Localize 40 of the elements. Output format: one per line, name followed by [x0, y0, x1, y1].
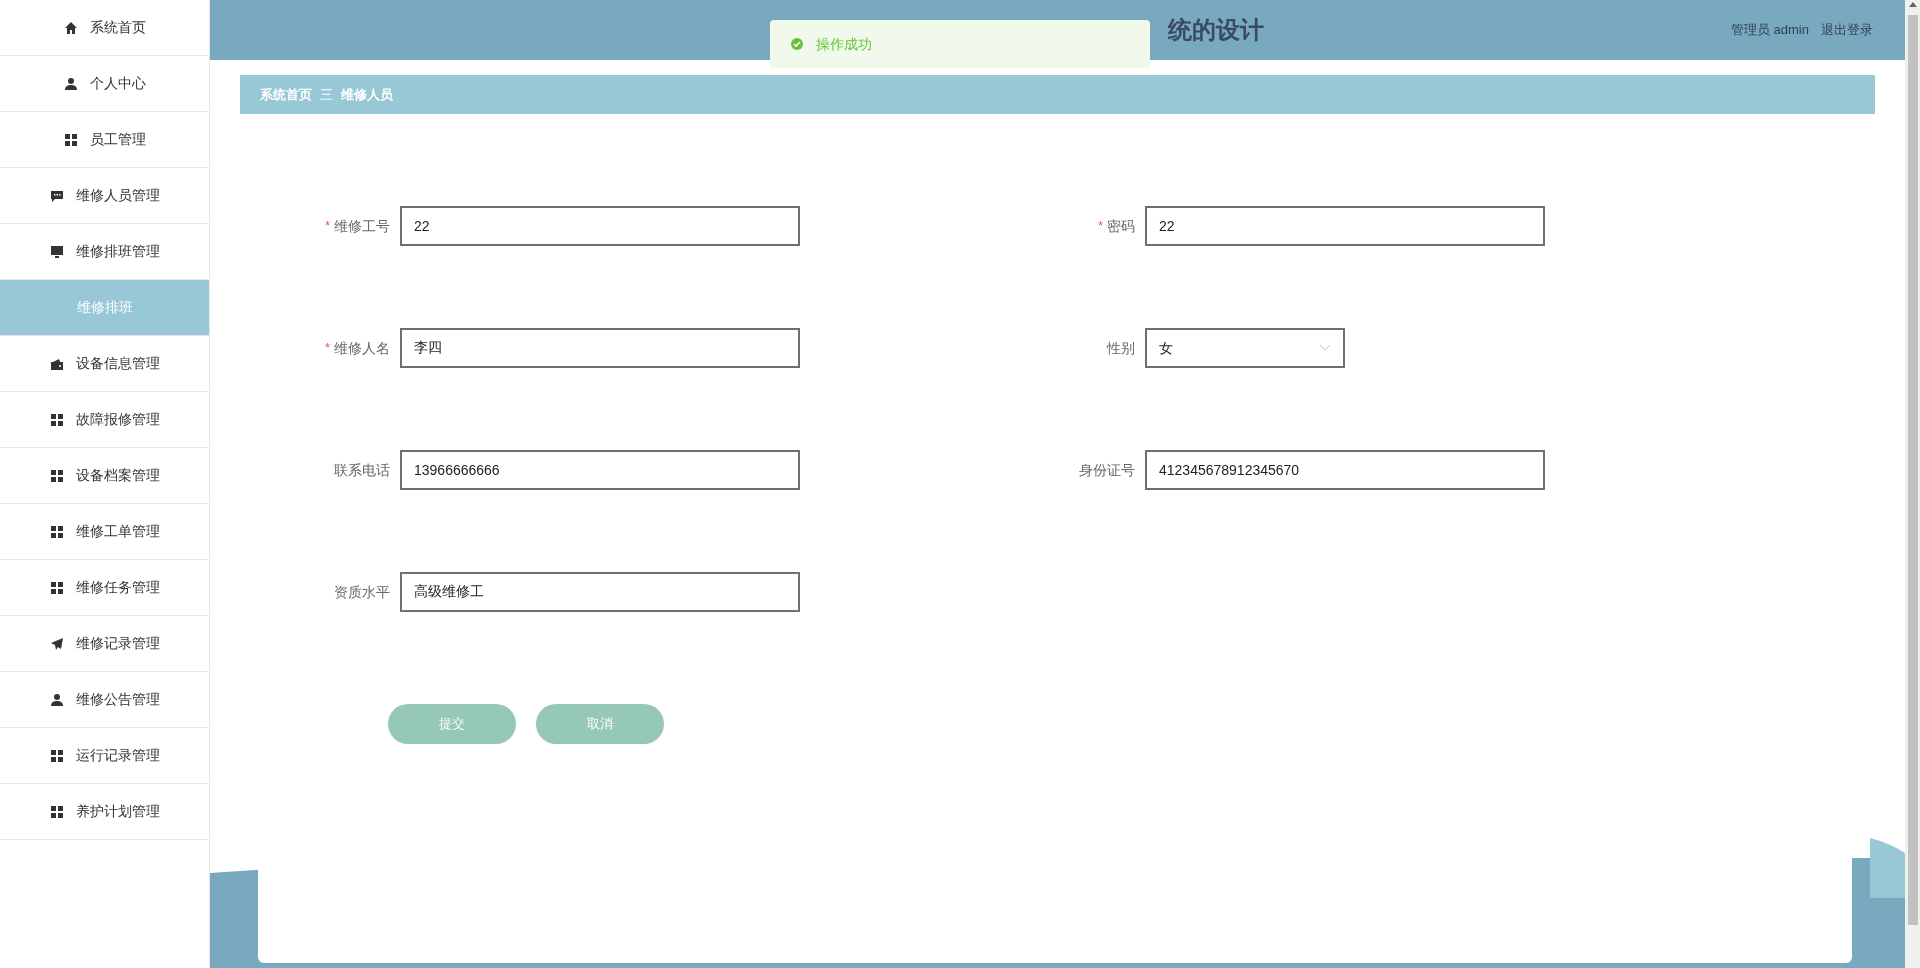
- required-mark: *: [1097, 217, 1103, 236]
- grid-icon: [49, 580, 64, 595]
- input-field[interactable]: 李四: [400, 328, 800, 368]
- field-label: 性别: [1107, 338, 1135, 358]
- required-mark: *: [324, 217, 330, 236]
- chat-icon: [49, 188, 64, 203]
- user-label: 管理员 admin: [1730, 21, 1809, 40]
- scroll-up-icon[interactable]: [1908, 2, 1917, 7]
- grid-icon: [49, 524, 64, 539]
- field-label: 资质水平: [334, 582, 390, 602]
- scrollbar-thumb[interactable]: [1907, 15, 1918, 925]
- page-title: 统的设计: [1168, 15, 1264, 45]
- field-label: 身份证号: [1079, 460, 1135, 480]
- field-label: 密码: [1107, 216, 1135, 236]
- toast-message: 操作成功: [816, 34, 872, 54]
- input-field[interactable]: 13966666666: [400, 450, 800, 490]
- user-icon: [63, 76, 78, 91]
- grid-icon: [49, 804, 64, 819]
- select-field[interactable]: 女: [1145, 328, 1345, 368]
- input-field[interactable]: 22: [1145, 206, 1545, 246]
- send-icon: [49, 636, 64, 651]
- grid-icon: [63, 132, 78, 147]
- field-label: 维修人名: [334, 338, 390, 358]
- input-field[interactable]: 412345678912345670: [1145, 450, 1545, 490]
- logout-link[interactable]: 退出登录: [1821, 20, 1873, 40]
- grid-icon: [49, 412, 64, 427]
- required-mark: *: [324, 339, 330, 358]
- input-field[interactable]: 22: [400, 206, 800, 246]
- monitor-icon: [49, 244, 64, 259]
- grid-icon: [49, 748, 64, 763]
- field-label: 维修工号: [334, 216, 390, 236]
- home-icon: [63, 20, 78, 35]
- wallet-icon: [49, 356, 64, 371]
- input-field[interactable]: 高级维修工: [400, 572, 800, 612]
- breadcrumb-separator: 三: [320, 85, 333, 104]
- user-icon: [49, 692, 64, 707]
- check-icon: [790, 37, 804, 51]
- chevron-down-icon: [1319, 344, 1331, 352]
- grid-icon: [49, 468, 64, 483]
- field-label: 联系电话: [334, 460, 390, 480]
